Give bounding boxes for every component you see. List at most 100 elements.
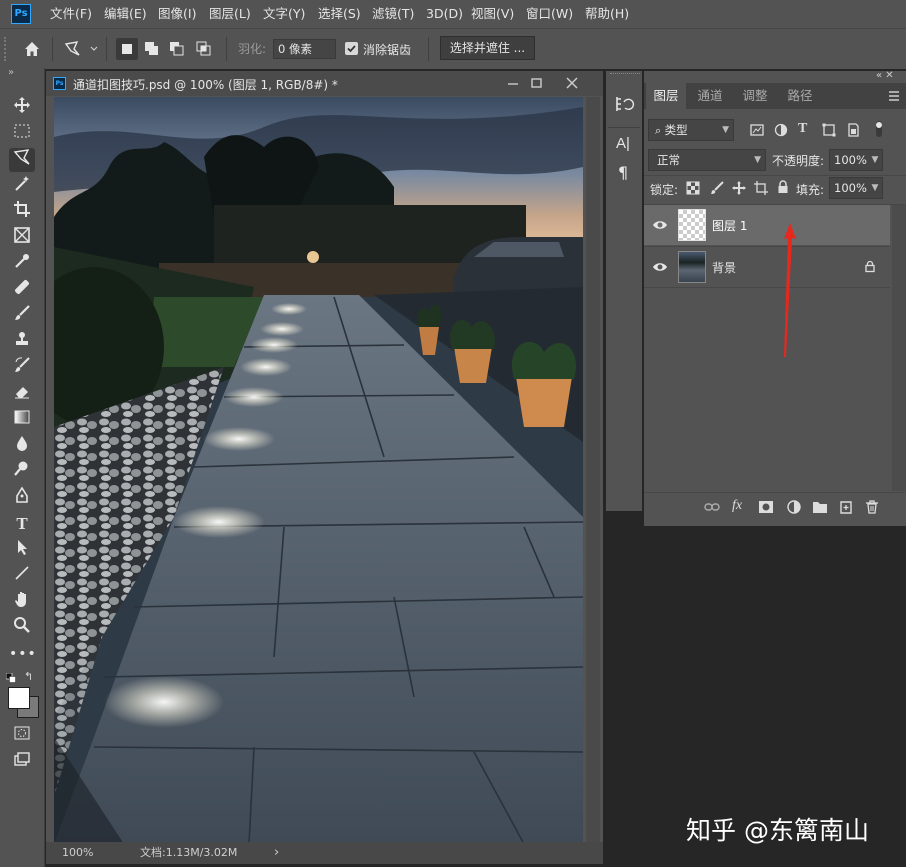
zoom-tool-icon[interactable] bbox=[9, 616, 35, 640]
tab-adjustments[interactable]: 调整 bbox=[734, 83, 776, 109]
filter-adjustment-icon[interactable] bbox=[774, 123, 788, 137]
options-grip[interactable] bbox=[4, 37, 12, 61]
menu-window[interactable]: 窗口(W) bbox=[526, 0, 573, 28]
zoom-level[interactable]: 100% bbox=[62, 842, 93, 864]
blend-mode-select[interactable]: 正常 ▼ bbox=[648, 149, 766, 171]
menu-layer[interactable]: 图层(L) bbox=[209, 0, 251, 28]
layers-scrollbar[interactable] bbox=[892, 205, 906, 491]
minimize-icon[interactable] bbox=[503, 73, 523, 93]
brush-tool-icon[interactable] bbox=[9, 304, 35, 328]
menu-file[interactable]: 文件(F) bbox=[50, 0, 92, 28]
antialias-checkbox[interactable] bbox=[345, 42, 358, 55]
screen-mode-icon[interactable] bbox=[9, 750, 35, 774]
paragraph-panel-icon[interactable]: ¶ bbox=[618, 163, 636, 183]
eyedropper-tool-icon[interactable] bbox=[9, 252, 35, 276]
opacity-chevron-icon[interactable]: ▼ bbox=[868, 150, 882, 170]
dodge-tool-icon[interactable] bbox=[9, 460, 35, 484]
menu-filter[interactable]: 滤镜(T) bbox=[372, 0, 414, 28]
menu-edit[interactable]: 编辑(E) bbox=[104, 0, 147, 28]
menu-type[interactable]: 文字(Y) bbox=[263, 0, 305, 28]
clone-stamp-tool-icon[interactable] bbox=[9, 330, 35, 354]
crop-tool-icon[interactable] bbox=[9, 200, 35, 224]
fill-chevron-icon[interactable]: ▼ bbox=[868, 178, 882, 198]
maximize-icon[interactable] bbox=[527, 73, 547, 93]
character-panel-icon[interactable]: A| bbox=[616, 135, 638, 155]
filter-toggle-icon[interactable] bbox=[874, 120, 884, 138]
layer-row-background[interactable]: 背景 bbox=[644, 246, 890, 288]
panel-menu-icon[interactable] bbox=[888, 90, 900, 102]
menu-help[interactable]: 帮助(H) bbox=[585, 0, 629, 28]
lock-artboard-icon[interactable] bbox=[754, 181, 768, 195]
add-selection-icon[interactable] bbox=[141, 38, 163, 60]
tab-paths[interactable]: 路径 bbox=[779, 83, 821, 109]
lock-position-icon[interactable] bbox=[732, 181, 746, 195]
history-brush-tool-icon[interactable] bbox=[9, 356, 35, 380]
gradient-tool-icon[interactable] bbox=[9, 408, 35, 432]
pen-tool-icon[interactable] bbox=[9, 486, 35, 510]
new-layer-icon[interactable] bbox=[838, 499, 854, 515]
swap-colors-icon[interactable]: ↰ bbox=[24, 671, 36, 683]
lock-all-icon[interactable] bbox=[776, 180, 790, 194]
panel-collapse-icon[interactable]: « ✕ bbox=[876, 71, 906, 81]
feather-input[interactable]: 0 像素 bbox=[273, 39, 336, 59]
delete-layer-trash-icon[interactable] bbox=[864, 499, 880, 515]
canvas-photo[interactable] bbox=[54, 97, 583, 844]
layer-name[interactable]: 背景 bbox=[712, 259, 736, 276]
marquee-tool-icon[interactable] bbox=[9, 122, 35, 146]
add-mask-icon[interactable] bbox=[758, 500, 774, 514]
line-tool-icon[interactable] bbox=[9, 564, 35, 588]
new-adjustment-layer-icon[interactable] bbox=[786, 499, 802, 515]
menu-view[interactable]: 视图(V) bbox=[471, 0, 514, 28]
lock-transparency-icon[interactable] bbox=[686, 181, 700, 195]
lasso-preset-picker[interactable] bbox=[62, 38, 100, 60]
default-colors-icon[interactable] bbox=[5, 672, 16, 683]
filter-shape-icon[interactable] bbox=[822, 123, 836, 137]
collapsed-panels-strip: A| ¶ bbox=[606, 71, 642, 511]
visibility-eye-icon[interactable] bbox=[652, 217, 668, 233]
magic-wand-tool-icon[interactable] bbox=[9, 174, 35, 198]
subtract-selection-icon[interactable] bbox=[166, 38, 188, 60]
foreground-color-swatch[interactable] bbox=[8, 687, 30, 709]
lasso-tool-icon[interactable] bbox=[9, 148, 35, 172]
more-tools-icon[interactable]: ••• bbox=[9, 642, 36, 666]
opacity-label: 不透明度: bbox=[772, 154, 825, 168]
strip-grip[interactable] bbox=[610, 73, 640, 82]
quick-mask-icon[interactable] bbox=[9, 724, 35, 748]
layer-effects-fx-icon[interactable]: fx bbox=[732, 498, 748, 514]
hand-tool-icon[interactable] bbox=[9, 590, 35, 614]
intersect-selection-icon[interactable] bbox=[193, 38, 215, 60]
eraser-tool-icon[interactable] bbox=[9, 382, 35, 406]
home-icon[interactable] bbox=[21, 38, 43, 60]
layer-lock-icon[interactable] bbox=[864, 260, 876, 273]
watermark-text: 知乎 @东篱南山 bbox=[686, 816, 869, 845]
history-panel-icon[interactable] bbox=[613, 93, 635, 115]
blur-tool-icon[interactable] bbox=[9, 434, 35, 458]
healing-brush-tool-icon[interactable] bbox=[9, 278, 35, 302]
lock-pixels-icon[interactable] bbox=[710, 181, 724, 195]
menu-image[interactable]: 图像(I) bbox=[158, 0, 196, 28]
filter-pixel-icon[interactable] bbox=[750, 123, 764, 137]
layer-filter-select[interactable]: ⌕ 类型 ▼ bbox=[648, 119, 734, 141]
type-tool-icon[interactable]: T bbox=[9, 512, 35, 536]
visibility-eye-icon[interactable] bbox=[652, 259, 668, 275]
vertical-scrollbar[interactable] bbox=[586, 97, 600, 842]
tab-layers[interactable]: 图层 bbox=[646, 83, 686, 109]
link-layers-icon[interactable] bbox=[704, 500, 720, 514]
menu-3d[interactable]: 3D(D) bbox=[426, 0, 463, 28]
move-tool-icon[interactable] bbox=[9, 96, 35, 120]
layer-name[interactable]: 图层 1 bbox=[712, 217, 747, 234]
new-group-folder-icon[interactable] bbox=[812, 500, 828, 514]
toolbar-collapse-icon[interactable]: » bbox=[8, 67, 14, 78]
tab-channels[interactable]: 通道 bbox=[689, 83, 731, 109]
status-menu-arrow[interactable]: › bbox=[274, 842, 279, 864]
select-and-mask-button[interactable]: 选择并遮住 ... bbox=[440, 36, 535, 60]
layer-row-layer1[interactable]: 图层 1 bbox=[644, 205, 890, 245]
filter-type-icon[interactable]: T bbox=[798, 122, 812, 136]
close-icon[interactable] bbox=[562, 73, 582, 93]
frame-tool-icon[interactable] bbox=[9, 226, 35, 250]
menu-select[interactable]: 选择(S) bbox=[318, 0, 361, 28]
path-selection-tool-icon[interactable] bbox=[9, 538, 35, 562]
filter-smart-object-icon[interactable] bbox=[846, 123, 860, 137]
new-selection-icon[interactable] bbox=[116, 38, 138, 60]
document-tab[interactable]: Ps 通道扣图技巧.psd @ 100% (图层 1, RGB/8#) * bbox=[46, 71, 603, 96]
